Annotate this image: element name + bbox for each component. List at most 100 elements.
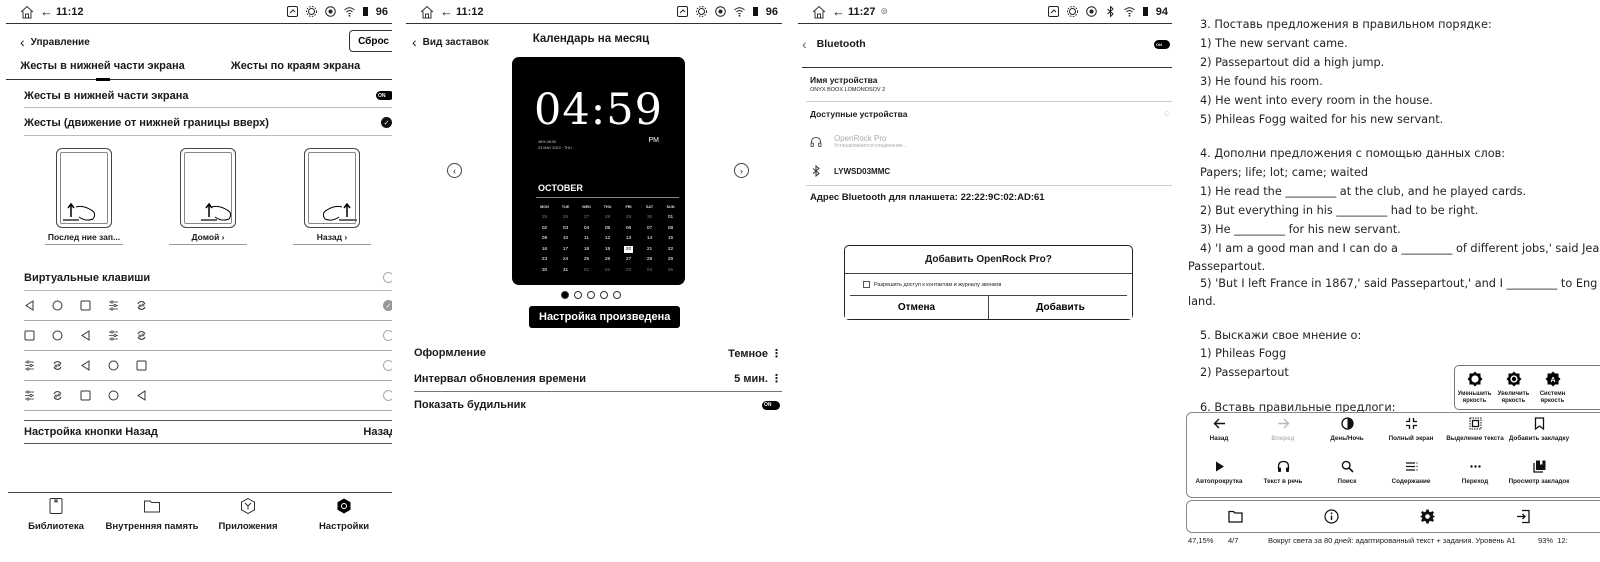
menu-search[interactable]: Поиск <box>1315 456 1379 499</box>
virtual-keys-radio[interactable] <box>383 272 392 283</box>
screen-refresh-icon[interactable] <box>286 6 298 17</box>
page-dot[interactable] <box>587 291 595 299</box>
menu-autoscroll[interactable]: Автопрокрутка <box>1187 456 1251 499</box>
virtual-keys-layout-option[interactable] <box>24 381 392 411</box>
brightness-icon[interactable] <box>305 6 317 17</box>
page-dot[interactable] <box>574 291 582 299</box>
apps-icon <box>241 497 255 515</box>
home-icon[interactable] <box>812 5 826 19</box>
menu-contents[interactable]: Содержание <box>1379 456 1443 499</box>
virtual-keys-layout-option[interactable] <box>24 321 392 351</box>
menu-text-to-speech[interactable]: Текст в речь <box>1251 456 1315 499</box>
menu-forward[interactable]: Вперед <box>1251 413 1315 456</box>
virtual-keys-layout-option[interactable]: ✓ <box>24 291 392 321</box>
gesture-zone-right[interactable]: Назад › <box>292 148 372 252</box>
layout-radio[interactable] <box>383 390 392 401</box>
calendar-day: 26 <box>562 215 569 221</box>
device-openrock-pro[interactable]: OpenRock Pro Устанавливается соединение.… <box>810 134 1172 149</box>
page-dot[interactable] <box>600 291 608 299</box>
setting-show-alarm[interactable]: Показать будильник ON <box>414 392 782 418</box>
page-dot[interactable] <box>613 291 621 299</box>
wifi-icon[interactable] <box>733 6 745 17</box>
virtual-keys-row[interactable]: Виртуальные клавиши <box>24 265 392 291</box>
nav-storage[interactable]: Внутренняя память <box>104 493 200 562</box>
device-name-value[interactable]: ONYX BOOX LOMONOSOV 2 <box>810 87 885 93</box>
brightness-up-button[interactable]: Увеличить яркость <box>1494 366 1533 409</box>
gesture-zone-left[interactable]: Послед ние зап... <box>44 148 124 252</box>
weekday-label: THU <box>603 205 612 210</box>
system-brightness-button[interactable]: A Системн яркость <box>1533 366 1572 409</box>
tab-edge-gestures[interactable]: Жесты по краям экрана <box>199 60 392 79</box>
checkbox[interactable] <box>863 281 870 288</box>
wifi-icon[interactable] <box>1123 6 1135 17</box>
text-line: 3) He found his room. <box>1200 75 1323 88</box>
library-button[interactable] <box>1187 509 1283 524</box>
menu-fullscreen[interactable]: Полный экран <box>1379 413 1443 456</box>
book-info-button[interactable] <box>1283 509 1379 524</box>
screen-refresh-icon[interactable] <box>1047 6 1059 17</box>
menu-go-to[interactable]: Переход <box>1443 456 1507 499</box>
menu-back[interactable]: Назад <box>1187 413 1251 456</box>
bottom-gestures-toggle-row[interactable]: Жесты в нижней части экрана ON <box>24 84 392 108</box>
cancel-button[interactable]: Отмена <box>845 296 988 319</box>
calendar-day: 07 <box>646 225 653 231</box>
setting-appearance[interactable]: Оформление Темное ⋮ <box>414 340 782 366</box>
nav-library[interactable]: Библиотека <box>8 493 104 562</box>
back-button-setting-row[interactable]: Настройка кнопки Назад Назад <box>24 420 392 444</box>
reader-settings-button[interactable] <box>1379 509 1475 524</box>
back-arrow-icon[interactable]: ← <box>440 4 453 19</box>
virtual-keys-layout-option[interactable] <box>24 351 392 381</box>
menu-select-text[interactable]: Выделение текста <box>1443 413 1507 456</box>
toggle-switch[interactable]: ON <box>376 91 392 100</box>
menu-add-bookmark[interactable]: Добавить закладку <box>1507 413 1571 456</box>
refresh-icon <box>52 390 80 401</box>
setting-refresh-interval[interactable]: Интервал обновления времени 5 мин. ⋮ <box>414 366 782 392</box>
reading-progress: 47,15% <box>1188 535 1214 545</box>
chevron-left-icon[interactable]: ‹ <box>802 36 807 52</box>
device-illustration <box>304 148 360 228</box>
color-mode-icon[interactable] <box>714 6 726 17</box>
previous-button[interactable]: ‹ <box>447 163 462 178</box>
gesture-zone-center[interactable]: Домой › <box>168 148 248 252</box>
color-mode-icon[interactable] <box>1085 6 1097 17</box>
tab-bottom-gestures[interactable]: Жесты в нижней части экрана <box>6 60 199 81</box>
home-icon[interactable] <box>20 5 34 19</box>
menu-view-bookmarks[interactable]: Просмотр закладок <box>1507 456 1571 499</box>
reset-button[interactable]: Сброс <box>349 30 392 52</box>
wifi-icon[interactable] <box>343 6 355 17</box>
color-mode-icon[interactable] <box>324 6 336 17</box>
back-arrow-icon[interactable]: ← <box>832 4 845 19</box>
brightness-down-button[interactable]: Уменьшить яркость <box>1455 366 1494 409</box>
brightness-icon[interactable] <box>695 6 707 17</box>
page-dot[interactable] <box>561 291 569 299</box>
device-lywsd03mmc[interactable]: LYWSD03MMC <box>810 165 1172 177</box>
back-to-controls[interactable]: Управление <box>31 37 90 48</box>
page-number[interactable]: 4/7 <box>1228 536 1268 545</box>
check-icon[interactable]: ✓ <box>381 117 392 128</box>
brightness-icon[interactable] <box>1066 6 1078 17</box>
toggle-switch[interactable]: ON <box>762 400 780 410</box>
bluetooth-address: Адрес Bluetooth для планшета: 22:22:9C:0… <box>810 192 1045 203</box>
menu-day-night[interactable]: День/Ночь <box>1315 413 1379 456</box>
layout-radio[interactable]: ✓ <box>383 300 392 311</box>
next-button[interactable]: › <box>734 163 749 178</box>
battery-level: 96 <box>375 5 388 18</box>
exit-reader-button[interactable] <box>1475 509 1571 524</box>
nav-settings[interactable]: Настройки <box>296 493 392 562</box>
clock: 11:27 <box>848 5 876 18</box>
screensaver-calendar-screen: ← 11:12 96 ‹ Вид заставок Календарь на м… <box>400 0 782 562</box>
home-icon[interactable] <box>420 5 434 19</box>
swipe-up-check-row[interactable]: Жесты (движение от нижней границы вверх)… <box>24 110 392 136</box>
layout-radio[interactable] <box>383 330 392 341</box>
bluetooth-toggle[interactable]: ON <box>1154 40 1170 49</box>
nav-apps[interactable]: Приложения <box>200 493 296 562</box>
back-arrow-icon[interactable]: ← <box>40 4 53 19</box>
screen-refresh-icon[interactable] <box>676 6 688 17</box>
search-icon <box>1341 460 1354 473</box>
add-button[interactable]: Добавить <box>988 296 1132 319</box>
layout-radio[interactable] <box>383 360 392 371</box>
bluetooth-icon[interactable] <box>1105 6 1116 17</box>
chevron-left-icon[interactable]: ‹ <box>20 34 25 50</box>
calendar-day: 29 <box>625 215 632 221</box>
contacts-access-checkbox-row[interactable]: Разрешить доступ к контактам и журналу з… <box>850 274 1127 296</box>
